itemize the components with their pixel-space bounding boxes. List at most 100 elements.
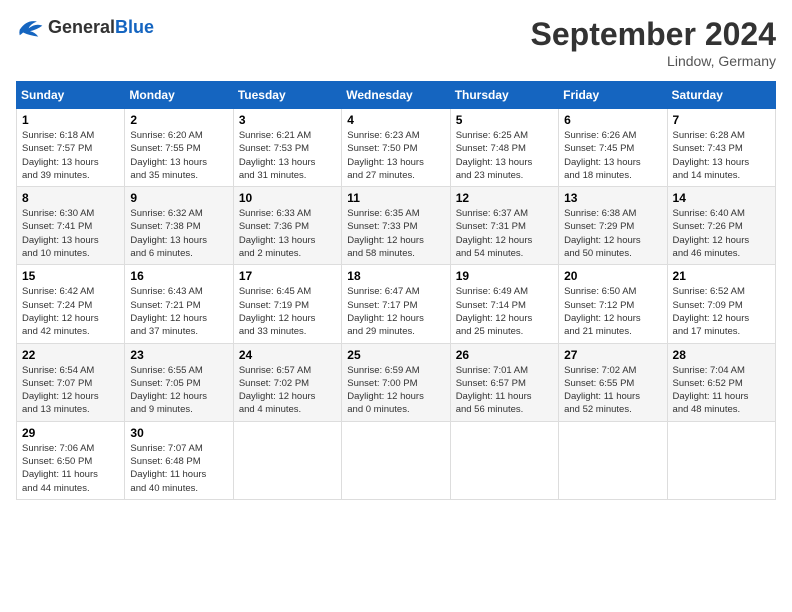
day-number: 25 xyxy=(347,348,444,362)
day-number: 6 xyxy=(564,113,661,127)
day-info: Sunrise: 6:21 AMSunset: 7:53 PMDaylight:… xyxy=(239,129,336,182)
day-info: Sunrise: 6:54 AMSunset: 7:07 PMDaylight:… xyxy=(22,364,119,417)
day-number: 24 xyxy=(239,348,336,362)
table-row xyxy=(667,421,775,499)
title-block: September 2024 Lindow, Germany xyxy=(531,16,776,69)
calendar-row: 29 Sunrise: 7:06 AMSunset: 6:50 PMDaylig… xyxy=(17,421,776,499)
logo-text: GeneralBlue xyxy=(48,17,154,38)
day-number: 13 xyxy=(564,191,661,205)
day-number: 9 xyxy=(130,191,227,205)
table-row: 8 Sunrise: 6:30 AMSunset: 7:41 PMDayligh… xyxy=(17,187,125,265)
day-info: Sunrise: 7:01 AMSunset: 6:57 PMDaylight:… xyxy=(456,364,553,417)
day-number: 28 xyxy=(673,348,770,362)
table-row: 2 Sunrise: 6:20 AMSunset: 7:55 PMDayligh… xyxy=(125,109,233,187)
table-row: 21 Sunrise: 6:52 AMSunset: 7:09 PMDaylig… xyxy=(667,265,775,343)
day-number: 7 xyxy=(673,113,770,127)
table-row: 26 Sunrise: 7:01 AMSunset: 6:57 PMDaylig… xyxy=(450,343,558,421)
weekday-header-row: Sunday Monday Tuesday Wednesday Thursday… xyxy=(17,82,776,109)
day-info: Sunrise: 6:35 AMSunset: 7:33 PMDaylight:… xyxy=(347,207,444,260)
day-number: 8 xyxy=(22,191,119,205)
calendar-row: 22 Sunrise: 6:54 AMSunset: 7:07 PMDaylig… xyxy=(17,343,776,421)
table-row xyxy=(559,421,667,499)
day-info: Sunrise: 6:55 AMSunset: 7:05 PMDaylight:… xyxy=(130,364,227,417)
day-number: 14 xyxy=(673,191,770,205)
day-number: 17 xyxy=(239,269,336,283)
day-info: Sunrise: 6:26 AMSunset: 7:45 PMDaylight:… xyxy=(564,129,661,182)
day-number: 12 xyxy=(456,191,553,205)
day-info: Sunrise: 6:37 AMSunset: 7:31 PMDaylight:… xyxy=(456,207,553,260)
logo-bird-icon xyxy=(16,16,44,38)
day-number: 30 xyxy=(130,426,227,440)
day-info: Sunrise: 7:04 AMSunset: 6:52 PMDaylight:… xyxy=(673,364,770,417)
day-info: Sunrise: 6:52 AMSunset: 7:09 PMDaylight:… xyxy=(673,285,770,338)
day-info: Sunrise: 6:33 AMSunset: 7:36 PMDaylight:… xyxy=(239,207,336,260)
day-number: 4 xyxy=(347,113,444,127)
day-info: Sunrise: 6:43 AMSunset: 7:21 PMDaylight:… xyxy=(130,285,227,338)
table-row: 3 Sunrise: 6:21 AMSunset: 7:53 PMDayligh… xyxy=(233,109,341,187)
day-info: Sunrise: 6:25 AMSunset: 7:48 PMDaylight:… xyxy=(456,129,553,182)
table-row: 19 Sunrise: 6:49 AMSunset: 7:14 PMDaylig… xyxy=(450,265,558,343)
day-info: Sunrise: 6:45 AMSunset: 7:19 PMDaylight:… xyxy=(239,285,336,338)
day-info: Sunrise: 7:07 AMSunset: 6:48 PMDaylight:… xyxy=(130,442,227,495)
day-info: Sunrise: 6:38 AMSunset: 7:29 PMDaylight:… xyxy=(564,207,661,260)
table-row: 14 Sunrise: 6:40 AMSunset: 7:26 PMDaylig… xyxy=(667,187,775,265)
logo-general: General xyxy=(48,17,115,37)
table-row: 10 Sunrise: 6:33 AMSunset: 7:36 PMDaylig… xyxy=(233,187,341,265)
table-row: 16 Sunrise: 6:43 AMSunset: 7:21 PMDaylig… xyxy=(125,265,233,343)
table-row: 17 Sunrise: 6:45 AMSunset: 7:19 PMDaylig… xyxy=(233,265,341,343)
table-row: 12 Sunrise: 6:37 AMSunset: 7:31 PMDaylig… xyxy=(450,187,558,265)
table-row: 27 Sunrise: 7:02 AMSunset: 6:55 PMDaylig… xyxy=(559,343,667,421)
day-info: Sunrise: 6:28 AMSunset: 7:43 PMDaylight:… xyxy=(673,129,770,182)
day-number: 16 xyxy=(130,269,227,283)
table-row: 9 Sunrise: 6:32 AMSunset: 7:38 PMDayligh… xyxy=(125,187,233,265)
day-number: 3 xyxy=(239,113,336,127)
table-row: 24 Sunrise: 6:57 AMSunset: 7:02 PMDaylig… xyxy=(233,343,341,421)
day-number: 2 xyxy=(130,113,227,127)
day-number: 27 xyxy=(564,348,661,362)
day-number: 15 xyxy=(22,269,119,283)
table-row: 22 Sunrise: 6:54 AMSunset: 7:07 PMDaylig… xyxy=(17,343,125,421)
day-info: Sunrise: 6:49 AMSunset: 7:14 PMDaylight:… xyxy=(456,285,553,338)
calendar-row: 15 Sunrise: 6:42 AMSunset: 7:24 PMDaylig… xyxy=(17,265,776,343)
day-info: Sunrise: 7:06 AMSunset: 6:50 PMDaylight:… xyxy=(22,442,119,495)
day-info: Sunrise: 6:50 AMSunset: 7:12 PMDaylight:… xyxy=(564,285,661,338)
table-row: 25 Sunrise: 6:59 AMSunset: 7:00 PMDaylig… xyxy=(342,343,450,421)
calendar-row: 8 Sunrise: 6:30 AMSunset: 7:41 PMDayligh… xyxy=(17,187,776,265)
day-info: Sunrise: 6:23 AMSunset: 7:50 PMDaylight:… xyxy=(347,129,444,182)
day-number: 29 xyxy=(22,426,119,440)
header-sunday: Sunday xyxy=(17,82,125,109)
day-info: Sunrise: 7:02 AMSunset: 6:55 PMDaylight:… xyxy=(564,364,661,417)
table-row: 7 Sunrise: 6:28 AMSunset: 7:43 PMDayligh… xyxy=(667,109,775,187)
day-number: 1 xyxy=(22,113,119,127)
header-wednesday: Wednesday xyxy=(342,82,450,109)
day-number: 18 xyxy=(347,269,444,283)
header-thursday: Thursday xyxy=(450,82,558,109)
logo-blue: Blue xyxy=(115,17,154,37)
header-monday: Monday xyxy=(125,82,233,109)
header-saturday: Saturday xyxy=(667,82,775,109)
table-row xyxy=(342,421,450,499)
day-number: 19 xyxy=(456,269,553,283)
table-row: 20 Sunrise: 6:50 AMSunset: 7:12 PMDaylig… xyxy=(559,265,667,343)
day-info: Sunrise: 6:42 AMSunset: 7:24 PMDaylight:… xyxy=(22,285,119,338)
day-info: Sunrise: 6:18 AMSunset: 7:57 PMDaylight:… xyxy=(22,129,119,182)
table-row xyxy=(233,421,341,499)
day-info: Sunrise: 6:30 AMSunset: 7:41 PMDaylight:… xyxy=(22,207,119,260)
table-row: 18 Sunrise: 6:47 AMSunset: 7:17 PMDaylig… xyxy=(342,265,450,343)
header-tuesday: Tuesday xyxy=(233,82,341,109)
location: Lindow, Germany xyxy=(531,53,776,69)
table-row xyxy=(450,421,558,499)
day-number: 21 xyxy=(673,269,770,283)
page-header: GeneralBlue September 2024 Lindow, Germa… xyxy=(16,16,776,69)
day-number: 10 xyxy=(239,191,336,205)
table-row: 13 Sunrise: 6:38 AMSunset: 7:29 PMDaylig… xyxy=(559,187,667,265)
table-row: 28 Sunrise: 7:04 AMSunset: 6:52 PMDaylig… xyxy=(667,343,775,421)
table-row: 30 Sunrise: 7:07 AMSunset: 6:48 PMDaylig… xyxy=(125,421,233,499)
header-friday: Friday xyxy=(559,82,667,109)
day-info: Sunrise: 6:59 AMSunset: 7:00 PMDaylight:… xyxy=(347,364,444,417)
day-number: 23 xyxy=(130,348,227,362)
day-number: 11 xyxy=(347,191,444,205)
table-row: 23 Sunrise: 6:55 AMSunset: 7:05 PMDaylig… xyxy=(125,343,233,421)
table-row: 1 Sunrise: 6:18 AMSunset: 7:57 PMDayligh… xyxy=(17,109,125,187)
table-row: 6 Sunrise: 6:26 AMSunset: 7:45 PMDayligh… xyxy=(559,109,667,187)
